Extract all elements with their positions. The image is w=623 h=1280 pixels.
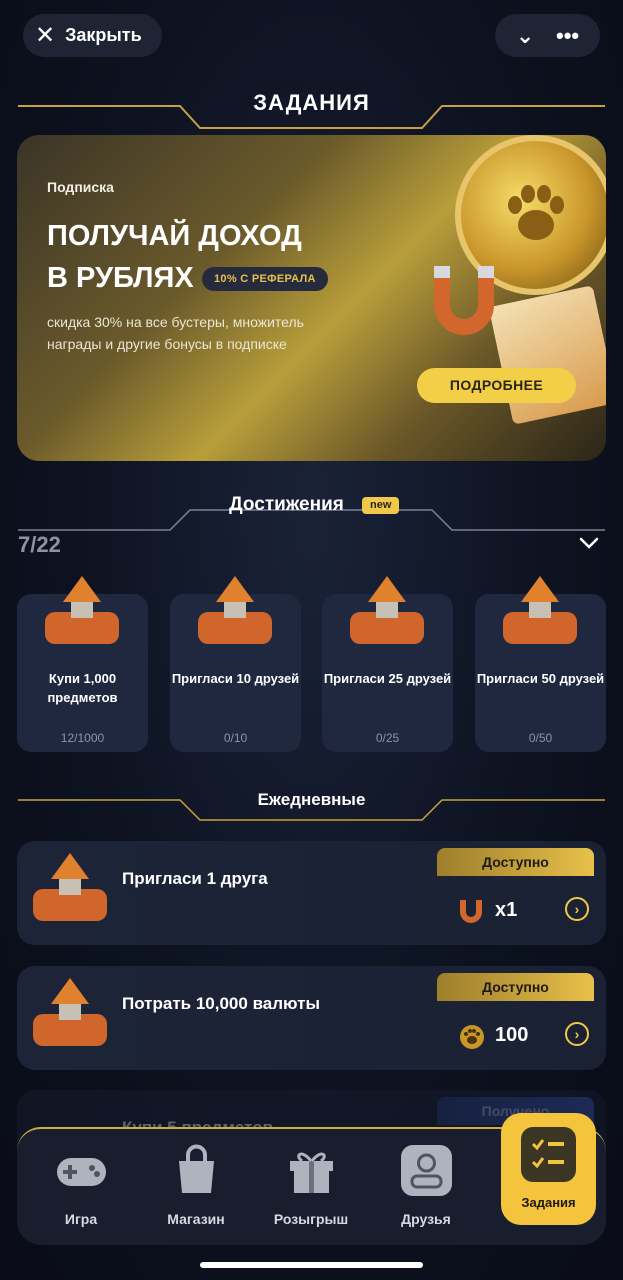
nav-label: Магазин	[167, 1211, 225, 1227]
close-icon: ✕	[35, 21, 56, 49]
task-go-button[interactable]: ›	[565, 897, 589, 921]
fox-toy-image	[503, 576, 577, 644]
checklist-icon	[521, 1127, 576, 1182]
nav-label: Друзья	[401, 1211, 451, 1227]
paw-icon	[508, 185, 564, 240]
task-name: Пригласи 1 друга	[122, 869, 268, 888]
headline-line-1: ПОЛУЧАЙ ДОХОД	[47, 220, 302, 252]
task-card[interactable]: Пригласи 1 друга Доступно x1 ›	[17, 841, 606, 945]
nav-item-tasks[interactable]: Задания	[501, 1113, 596, 1225]
fox-toy-image	[33, 978, 107, 1046]
achievement-progress: 0/10	[223, 731, 248, 745]
nav-item-game[interactable]: Игра	[31, 1143, 131, 1227]
subscription-banner[interactable]: Подписка ПОЛУЧАЙ ДОХОД В РУБЛЯХ 10% С РЕ…	[17, 135, 606, 461]
magnet-image	[434, 266, 494, 335]
task-reward: 100	[495, 1024, 529, 1046]
achievement-progress: 0/50	[528, 731, 553, 745]
home-indicator[interactable]	[200, 1262, 423, 1268]
nav-item-friends[interactable]: Друзья	[376, 1143, 476, 1227]
banner-description: скидка 30% на все бустеры, множитель наг…	[47, 314, 304, 352]
achievement-card[interactable]: Пригласи 50 друзей 0/50	[475, 576, 606, 752]
user-icon	[400, 1145, 452, 1196]
achievement-card[interactable]: Пригласи 10 друзей 0/10	[170, 576, 301, 752]
page-title: ЗАДАНИЯ	[253, 90, 370, 115]
achievement-name: Пригласи 25 друзей	[323, 671, 452, 686]
chevron-down-icon[interactable]	[577, 531, 601, 555]
achievement-card[interactable]: Пригласи 25 друзей 0/25	[322, 576, 453, 752]
achievement-name: Купи 1,000 предметов	[47, 671, 118, 705]
task-go-button[interactable]: ›	[565, 1022, 589, 1046]
gamepad-icon	[56, 1158, 106, 1186]
header-menu[interactable]: ⌄ •••	[495, 14, 600, 57]
new-badge: new	[362, 497, 400, 514]
magnet-icon	[460, 900, 482, 923]
fox-toy-image	[198, 576, 272, 644]
nav-label: Розыгрыш	[273, 1211, 349, 1227]
achievement-progress: 12/1000	[60, 731, 105, 745]
fox-toy-image	[350, 576, 424, 644]
nav-item-giveaway[interactable]: Розыгрыш	[261, 1143, 361, 1227]
chevron-down-icon[interactable]: ⌄	[516, 23, 534, 49]
status-badge: Доступно	[437, 973, 594, 1001]
gift-icon	[289, 1152, 333, 1193]
nav-label: Задания	[521, 1195, 576, 1210]
fox-toy-image	[33, 853, 107, 921]
achievement-progress: 0/25	[375, 731, 400, 745]
more-icon[interactable]: •••	[556, 23, 579, 49]
achievements-counter: 7/22	[18, 532, 61, 557]
close-label: Закрыть	[65, 25, 142, 45]
close-button[interactable]: ✕ Закрыть	[23, 14, 162, 57]
status-badge: Доступно	[437, 848, 594, 876]
paw-coin-icon	[460, 1025, 484, 1049]
task-name: Потрать 10,000 валюты	[122, 994, 320, 1013]
more-button[interactable]: ПОДРОБНЕЕ	[417, 368, 576, 403]
achievements-title: Достижения	[229, 494, 344, 515]
achievement-card[interactable]: Купи 1,000 предметов 12/1000	[17, 576, 148, 752]
bag-icon	[178, 1144, 214, 1193]
referral-badge: 10% С РЕФЕРАЛА	[202, 267, 328, 291]
nav-label: Игра	[64, 1211, 98, 1227]
nav-item-shop[interactable]: Магазин	[146, 1143, 246, 1227]
achievement-name: Пригласи 50 друзей	[476, 671, 605, 686]
task-reward: x1	[495, 899, 518, 921]
fox-toy-image	[45, 576, 119, 644]
achievement-name: Пригласи 10 друзей	[171, 671, 300, 686]
bottom-nav: Игра Магазин Розыгрыш Друзья Задания	[17, 1113, 606, 1245]
daily-title: Ежедневные	[257, 790, 366, 809]
task-card[interactable]: Потрать 10,000 валюты Доступно 100 ›	[17, 966, 606, 1070]
banner-tag: Подписка	[47, 179, 114, 195]
